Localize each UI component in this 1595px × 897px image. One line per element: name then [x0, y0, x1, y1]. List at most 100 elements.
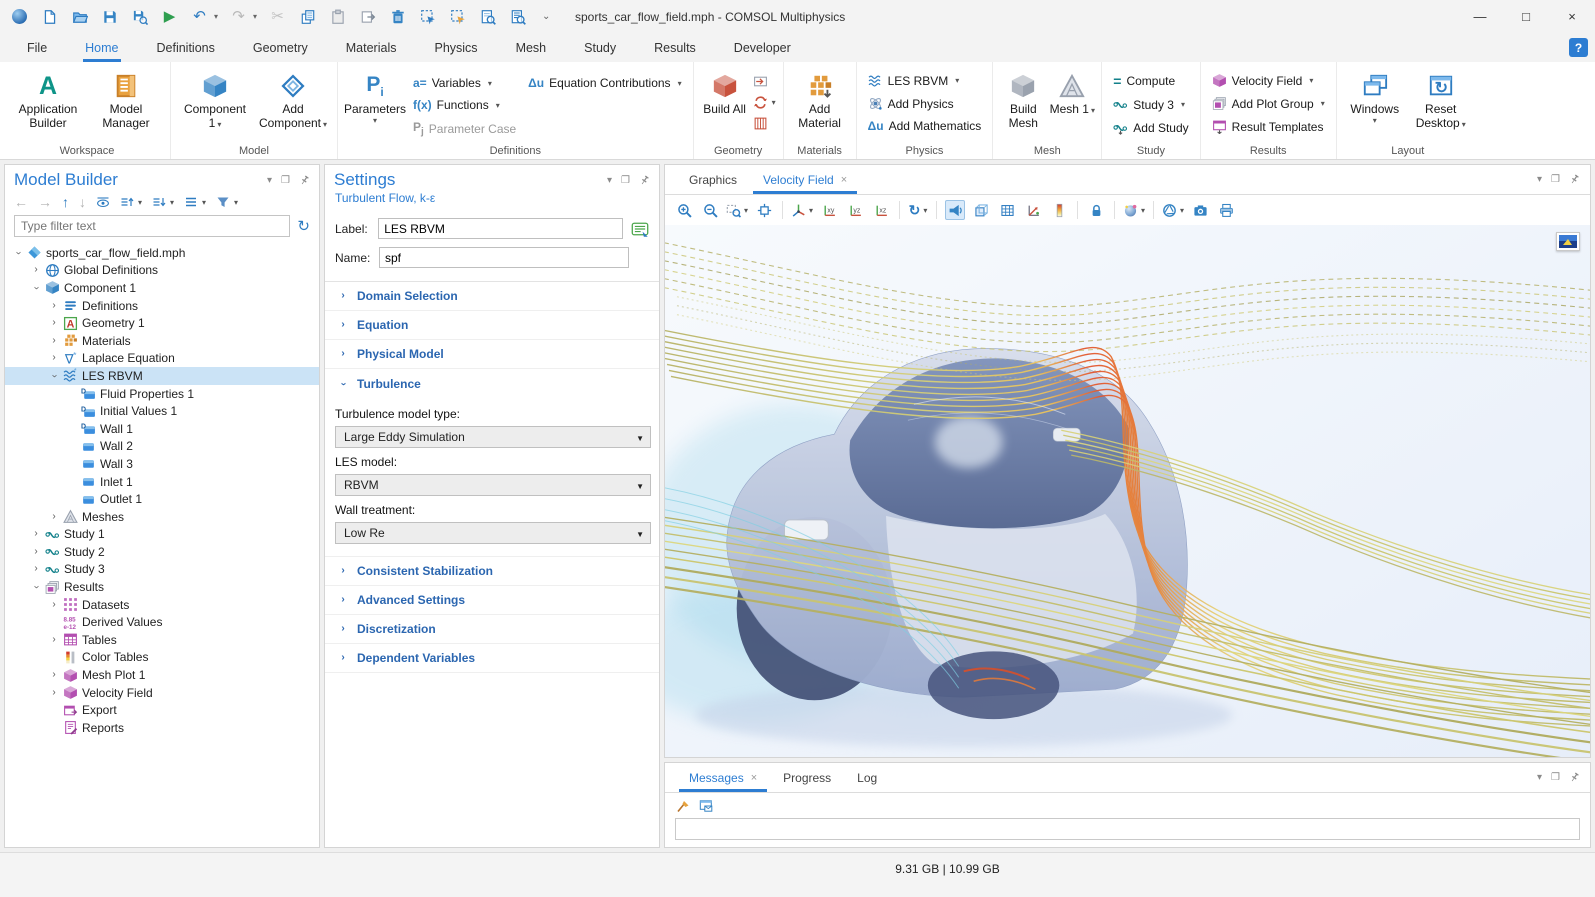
expander[interactable]: ›: [31, 564, 41, 574]
undo-button[interactable]: ↶: [190, 7, 209, 26]
zoom-in-icon[interactable]: [674, 200, 694, 220]
transparency-icon[interactable]: [971, 200, 991, 220]
section-consistent-stabilization[interactable]: ›Consistent Stabilization: [325, 557, 659, 586]
expander[interactable]: ›: [31, 582, 41, 592]
view-xy-button[interactable]: xy: [819, 200, 839, 220]
tree-item-color-tables[interactable]: Color Tables: [5, 649, 319, 667]
section-physical-model[interactable]: ›Physical Model: [325, 340, 659, 369]
tab-log[interactable]: Log: [847, 763, 887, 792]
wall-treatment-select[interactable]: Low Re▼: [335, 522, 651, 544]
duplicate-button[interactable]: [358, 7, 377, 26]
messages-output[interactable]: [675, 818, 1580, 840]
show-icon[interactable]: [96, 195, 110, 209]
zoom-extents-icon[interactable]: [754, 200, 774, 220]
color-legend-icon[interactable]: [1049, 200, 1069, 220]
tree-item-geometry-1[interactable]: ›Geometry 1: [5, 314, 319, 332]
menu-developer[interactable]: Developer: [732, 33, 793, 62]
help-button[interactable]: ?: [1569, 38, 1588, 57]
tree-item-root[interactable]: ›sports_car_flow_field.mph: [5, 244, 319, 262]
grid-icon[interactable]: [997, 200, 1017, 220]
add-material-button[interactable]: Add Material: [789, 67, 851, 131]
tree-item-initial-values-1[interactable]: Initial Values 1: [5, 402, 319, 420]
maximize-panel-icon[interactable]: ❐: [621, 175, 630, 186]
lock-icon[interactable]: [1086, 200, 1106, 220]
zoom-box-icon[interactable]: ▾: [726, 200, 748, 220]
open-message-window-icon[interactable]: [699, 799, 713, 813]
velocity-field-button[interactable]: Velocity Field▾: [1212, 73, 1325, 88]
tree-item-global-definitions[interactable]: ›Global Definitions: [5, 262, 319, 280]
menu-materials[interactable]: Materials: [344, 33, 399, 62]
build-mesh-button[interactable]: Build Mesh: [998, 67, 1048, 131]
physics-interface-button[interactable]: LES RBVM▾: [868, 73, 982, 88]
tree-item-fluid-properties-1[interactable]: Fluid Properties 1: [5, 385, 319, 403]
save-as-button[interactable]: [130, 7, 149, 26]
move-up-icon[interactable]: ↑: [62, 194, 69, 210]
menu-results[interactable]: Results: [652, 33, 698, 62]
find-button[interactable]: [478, 7, 497, 26]
node-view-icon[interactable]: ▾: [184, 195, 206, 209]
pin-icon[interactable]: [1569, 174, 1580, 185]
result-templates-button[interactable]: Result Templates: [1212, 119, 1325, 134]
expander[interactable]: ›: [49, 353, 59, 363]
environment-reflections-icon[interactable]: ▾: [1162, 200, 1184, 220]
tree-item-wall-3[interactable]: Wall 3: [5, 455, 319, 473]
tree-item-mesh-plot-1[interactable]: ›Mesh Plot 1: [5, 666, 319, 684]
deselect-box-button[interactable]: [448, 7, 467, 26]
zoom-out-icon[interactable]: [700, 200, 720, 220]
tree-item-velocity-field[interactable]: ›Velocity Field: [5, 684, 319, 702]
remove-details-button[interactable]: [753, 116, 776, 131]
toolbar-overflow-button[interactable]: ⌄: [542, 11, 550, 22]
tree-item-les-rbvm[interactable]: ›LES RBVM: [5, 367, 319, 385]
maximize-panel-icon[interactable]: ❐: [1551, 772, 1560, 783]
copy-button[interactable]: [298, 7, 317, 26]
minimize-button[interactable]: —: [1457, 0, 1503, 33]
pin-icon[interactable]: [1569, 772, 1580, 783]
tab-progress[interactable]: Progress: [773, 763, 841, 792]
tree-item-inlet-1[interactable]: Inlet 1: [5, 473, 319, 491]
save-button[interactable]: [100, 7, 119, 26]
variables-button[interactable]: a=Variables▾: [413, 76, 516, 90]
expander[interactable]: ›: [49, 670, 59, 680]
panel-menu-icon[interactable]: ▾: [1537, 772, 1542, 783]
functions-button[interactable]: f(x)Functions▾: [413, 98, 516, 112]
tab-messages[interactable]: Messages×: [679, 763, 767, 792]
expander[interactable]: ›: [49, 336, 59, 346]
section-discretization[interactable]: ›Discretization: [325, 615, 659, 644]
tree-item-wall-1[interactable]: Wall 1: [5, 420, 319, 438]
expander[interactable]: ›: [49, 600, 59, 610]
tree-item-study-3[interactable]: ›Study 3: [5, 561, 319, 579]
find-replace-button[interactable]: [508, 7, 527, 26]
expander[interactable]: ›: [13, 248, 23, 258]
appearance-icon[interactable]: ▾: [1123, 200, 1145, 220]
section-domain-selection[interactable]: ›Domain Selection: [325, 282, 659, 311]
tree-filter-input[interactable]: [14, 215, 290, 237]
collapse-all-icon[interactable]: ▾: [152, 195, 174, 209]
axis-orientation-icon[interactable]: [1023, 200, 1043, 220]
windows-button[interactable]: Windows▾: [1342, 67, 1408, 126]
turbulence-model-type-select[interactable]: Large Eddy Simulation▼: [335, 426, 651, 448]
tree-item-derived-values[interactable]: Derived Values: [5, 613, 319, 631]
view-orientation-icon[interactable]: ▾: [791, 200, 813, 220]
model-manager-button[interactable]: Model Manager: [87, 67, 165, 131]
expander[interactable]: ›: [49, 688, 59, 698]
tree-item-export[interactable]: Export: [5, 701, 319, 719]
pin-icon[interactable]: [299, 175, 310, 186]
pin-icon[interactable]: [639, 175, 650, 186]
tree-item-outlet-1[interactable]: Outlet 1: [5, 490, 319, 508]
component-1-button[interactable]: Component 1▾: [176, 67, 254, 131]
expander[interactable]: ›: [49, 371, 59, 381]
maximize-panel-icon[interactable]: ❐: [281, 175, 290, 186]
maximize-button[interactable]: □: [1503, 0, 1549, 33]
section-advanced-settings[interactable]: ›Advanced Settings: [325, 586, 659, 615]
refresh-icon[interactable]: ↻: [297, 217, 310, 235]
run-button[interactable]: ▶: [160, 7, 179, 26]
tree-item-definitions[interactable]: ›Definitions: [5, 297, 319, 315]
new-file-button[interactable]: [40, 7, 59, 26]
parameters-button[interactable]: Pi Parameters▾: [343, 67, 407, 126]
filter-icon[interactable]: ▾: [216, 195, 238, 209]
mesh-1-button[interactable]: Mesh 1▾: [1048, 67, 1096, 116]
rotate-icon[interactable]: ↻▾: [908, 200, 928, 220]
menu-mesh[interactable]: Mesh: [514, 33, 549, 62]
menu-geometry[interactable]: Geometry: [251, 33, 310, 62]
expander[interactable]: ›: [31, 265, 41, 275]
